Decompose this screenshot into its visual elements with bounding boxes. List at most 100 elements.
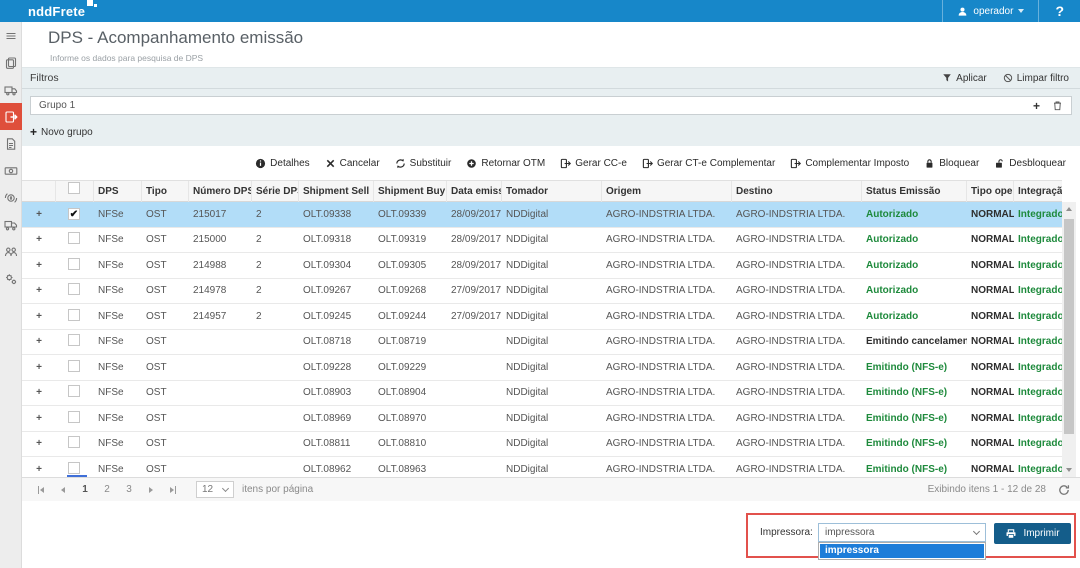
apply-filter-button[interactable]: Aplicar bbox=[942, 73, 987, 84]
row-checkbox[interactable] bbox=[68, 334, 80, 347]
row-checkbox-cell[interactable]: ✔ bbox=[56, 208, 94, 221]
toolbar-complementar-imposto-button[interactable]: Complementar Imposto bbox=[790, 158, 909, 169]
clear-filter-button[interactable]: Limpar filtro bbox=[1003, 73, 1069, 84]
page-number-2[interactable]: 2 bbox=[96, 484, 118, 495]
column-header-dps[interactable]: DPS bbox=[94, 181, 142, 202]
sidebar-item-documents[interactable] bbox=[0, 49, 22, 76]
sidebar-item-users[interactable] bbox=[0, 238, 22, 265]
row-checkbox[interactable] bbox=[68, 359, 80, 372]
column-header-status-emissao[interactable]: Status Emissão bbox=[862, 181, 967, 202]
page-number-3[interactable]: 3 bbox=[118, 484, 140, 495]
column-header-shipment-sell[interactable]: Shipment Sell bbox=[299, 181, 374, 202]
table-row[interactable]: + NFSe OST OLT.08962 OLT.08963 NDDigital AGRO-… bbox=[22, 457, 1062, 477]
row-expand-button[interactable]: + bbox=[22, 464, 56, 475]
page-size-select[interactable]: 12 bbox=[196, 481, 234, 498]
sidebar-item-financial[interactable] bbox=[0, 184, 22, 211]
toolbar-gerar-cce-button[interactable]: Gerar CC-e bbox=[560, 158, 627, 169]
trash-icon[interactable] bbox=[1052, 100, 1063, 111]
print-button[interactable]: Imprimir bbox=[994, 523, 1071, 544]
printer-option[interactable]: impressora bbox=[820, 544, 984, 558]
new-group-button[interactable]: + Novo grupo bbox=[30, 126, 93, 138]
table-row[interactable]: + NFSe OST 215000 2 OLT.09318 OLT.09319 28/09/2… bbox=[22, 228, 1062, 253]
table-row[interactable]: + NFSe OST 214988 2 OLT.09304 OLT.09305 28/09/2… bbox=[22, 253, 1062, 279]
row-checkbox[interactable] bbox=[68, 308, 80, 321]
sidebar-item-settings[interactable] bbox=[0, 265, 22, 292]
row-checkbox[interactable] bbox=[68, 283, 80, 296]
sidebar-item-document[interactable] bbox=[0, 130, 22, 157]
add-filter-button[interactable]: + bbox=[1033, 100, 1040, 112]
next-page-button[interactable] bbox=[140, 479, 162, 501]
column-header-tipo-oper[interactable]: Tipo oper... bbox=[967, 181, 1014, 202]
table-row[interactable]: + NFSe OST OLT.09228 OLT.09229 NDDigital AGRO-… bbox=[22, 355, 1062, 381]
sidebar-menu-toggle[interactable] bbox=[0, 22, 22, 49]
row-checkbox-cell[interactable] bbox=[56, 232, 94, 247]
select-all-checkbox[interactable] bbox=[68, 182, 80, 194]
row-checkbox-cell[interactable] bbox=[56, 283, 94, 298]
sidebar-item-shipping[interactable] bbox=[0, 76, 22, 103]
vertical-scrollbar[interactable] bbox=[1062, 202, 1076, 477]
row-checkbox-cell[interactable] bbox=[56, 334, 94, 349]
toolbar-detalhes-button[interactable]: Detalhes bbox=[255, 158, 310, 169]
scroll-down-button[interactable] bbox=[1062, 463, 1076, 477]
last-page-button[interactable] bbox=[162, 479, 184, 501]
column-header-shipment-buy[interactable]: Shipment Buy bbox=[374, 181, 447, 202]
select-all-checkbox-cell[interactable] bbox=[56, 181, 94, 202]
toolbar-cancelar-button[interactable]: Cancelar bbox=[325, 158, 380, 169]
help-button[interactable]: ? bbox=[1038, 0, 1080, 22]
row-checkbox[interactable] bbox=[68, 257, 80, 270]
row-checkbox-cell[interactable] bbox=[56, 308, 94, 324]
row-checkbox[interactable] bbox=[68, 385, 80, 398]
row-checkbox[interactable]: ✔ bbox=[68, 208, 80, 221]
page-number-1[interactable]: 1 bbox=[74, 484, 96, 495]
column-header-numero-dps[interactable]: Número DPS bbox=[189, 181, 252, 202]
previous-page-button[interactable] bbox=[52, 479, 74, 501]
row-expand-button[interactable]: + bbox=[22, 413, 56, 424]
table-row[interactable]: + NFSe OST OLT.08811 OLT.08810 NDDigital AGRO-… bbox=[22, 432, 1062, 457]
row-checkbox[interactable] bbox=[68, 436, 80, 449]
row-expand-button[interactable]: + bbox=[22, 438, 56, 449]
first-page-button[interactable] bbox=[30, 479, 52, 501]
row-checkbox-cell[interactable] bbox=[56, 436, 94, 451]
row-expand-button[interactable]: + bbox=[22, 285, 56, 296]
table-row[interactable]: + NFSe OST 214978 2 OLT.09267 OLT.09268 27/09/2… bbox=[22, 279, 1062, 304]
column-header-tipo[interactable]: Tipo bbox=[142, 181, 189, 202]
row-checkbox[interactable] bbox=[67, 461, 87, 477]
table-row[interactable]: + NFSe OST OLT.08718 OLT.08719 NDDigital AGRO-… bbox=[22, 330, 1062, 355]
column-header-tomador[interactable]: Tomador bbox=[502, 181, 602, 202]
column-header-origem[interactable]: Origem bbox=[602, 181, 732, 202]
row-checkbox-cell[interactable] bbox=[56, 461, 94, 477]
refresh-grid-button[interactable] bbox=[1058, 484, 1070, 496]
column-header-serie-dps[interactable]: Série DPS bbox=[252, 181, 299, 202]
row-checkbox-cell[interactable] bbox=[56, 257, 94, 273]
row-checkbox[interactable] bbox=[68, 410, 80, 423]
row-expand-button[interactable]: + bbox=[22, 362, 56, 373]
row-expand-button[interactable]: + bbox=[22, 260, 56, 271]
toolbar-gerar-cte-complementar-button[interactable]: Gerar CT-e Complementar bbox=[642, 158, 775, 169]
table-row[interactable]: + NFSe OST OLT.08969 OLT.08970 NDDigital AGRO-… bbox=[22, 406, 1062, 432]
row-checkbox-cell[interactable] bbox=[56, 359, 94, 375]
row-checkbox-cell[interactable] bbox=[56, 410, 94, 426]
row-expand-button[interactable]: + bbox=[22, 234, 56, 245]
toolbar-desbloquear-button[interactable]: Desbloquear bbox=[994, 158, 1066, 169]
column-header-integracao[interactable]: Integraçã... bbox=[1014, 181, 1062, 202]
table-row[interactable]: + NFSe OST 214957 2 OLT.09245 OLT.09244 27/09/2… bbox=[22, 304, 1062, 330]
column-header-destino[interactable]: Destino bbox=[732, 181, 862, 202]
table-row[interactable]: + ✔ NFSe OST 215017 2 OLT.09338 OLT.09339 28/09/… bbox=[22, 202, 1062, 228]
row-checkbox[interactable] bbox=[68, 232, 80, 245]
printer-select[interactable]: impressora bbox=[818, 523, 986, 542]
row-expand-button[interactable]: + bbox=[22, 209, 56, 220]
user-menu[interactable]: operador bbox=[942, 0, 1038, 22]
scroll-up-button[interactable] bbox=[1062, 202, 1076, 216]
column-header-data-emissao[interactable]: Data emissã... bbox=[447, 181, 502, 202]
table-row[interactable]: + NFSe OST OLT.08903 OLT.08904 NDDigital AGRO-… bbox=[22, 381, 1062, 406]
scrollbar-thumb[interactable] bbox=[1064, 219, 1074, 434]
toolbar-substituir-button[interactable]: Substituir bbox=[395, 158, 451, 169]
row-checkbox-cell[interactable] bbox=[56, 385, 94, 400]
sidebar-item-billing[interactable] bbox=[0, 157, 22, 184]
toolbar-retornar-otm-button[interactable]: Retornar OTM bbox=[466, 158, 545, 169]
toolbar-bloquear-button[interactable]: Bloquear bbox=[924, 158, 979, 169]
row-expand-button[interactable]: + bbox=[22, 387, 56, 398]
row-expand-button[interactable]: + bbox=[22, 311, 56, 322]
row-expand-button[interactable]: + bbox=[22, 336, 56, 347]
sidebar-item-delivery[interactable] bbox=[0, 211, 22, 238]
